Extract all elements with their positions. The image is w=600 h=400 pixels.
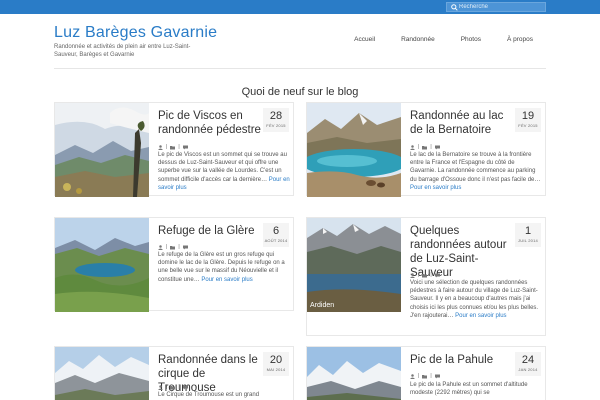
meta-separator: | xyxy=(166,244,168,250)
post-excerpt: Le refuge de la Glère est un gros refuge… xyxy=(158,251,290,284)
post-date-badge: 24 JAN 2014 xyxy=(515,352,541,376)
post-date-day: 1 xyxy=(524,225,532,237)
post-excerpt-text: Le pic de la Pahule est un sommet d'alti… xyxy=(410,382,528,397)
comment-icon[interactable] xyxy=(182,385,188,390)
folder-icon[interactable] xyxy=(170,145,176,150)
post-date-badge: 6 AOÛT 2014 xyxy=(263,223,289,247)
post-meta: | | xyxy=(410,144,440,150)
nav-item-a-propos[interactable]: À propos xyxy=(494,36,546,43)
meta-separator: | xyxy=(418,373,420,379)
site-title[interactable]: Luz Barèges Gavarnie xyxy=(54,24,217,42)
post-date-month: AOÛT 2014 xyxy=(264,238,288,243)
top-bar xyxy=(0,0,600,14)
post-thumbnail[interactable] xyxy=(55,103,149,197)
blog-section-title: Quoi de neuf sur le blog xyxy=(241,86,359,98)
meta-separator: | xyxy=(418,272,420,278)
comment-icon[interactable] xyxy=(434,273,440,278)
post-title[interactable]: Pic de Viscos en randonnée pédestre xyxy=(158,109,262,137)
post-card: Refuge de la Glère 6 AOÛT 2014 | | Le re… xyxy=(54,217,294,312)
site-tagline: Randonnée et activités de plein air entr… xyxy=(54,44,191,58)
post-title[interactable]: Refuge de la Glère xyxy=(158,224,262,238)
image-caption: Ardiden xyxy=(310,302,335,309)
user-icon[interactable] xyxy=(410,272,415,278)
folder-icon[interactable] xyxy=(422,273,428,278)
post-thumbnail[interactable]: Ardiden xyxy=(307,218,401,312)
post-date-month: FÉV 2015 xyxy=(266,123,286,128)
user-icon[interactable] xyxy=(410,144,415,150)
meta-separator: | xyxy=(178,144,180,150)
meta-separator: | xyxy=(178,384,180,390)
main-nav: Accueil Randonnée Photos À propos xyxy=(341,36,546,43)
post-date-badge: 20 MAI 2014 xyxy=(263,352,289,376)
user-icon[interactable] xyxy=(158,384,163,390)
post-date-day: 6 xyxy=(272,225,280,237)
post-date-day: 20 xyxy=(269,354,283,366)
post-date-badge: 28 FÉV 2015 xyxy=(263,108,289,132)
post-meta: | | xyxy=(410,373,440,379)
read-more-link[interactable]: Pour en savoir plus xyxy=(455,313,506,319)
post-card: Ardiden Quelques randonnées autour de Lu… xyxy=(306,217,546,336)
nav-item-photos[interactable]: Photos xyxy=(448,36,494,43)
folder-icon[interactable] xyxy=(170,245,176,250)
post-thumbnail[interactable] xyxy=(307,103,401,197)
post-excerpt: Le Cirque de Troumouse est un grand xyxy=(158,391,290,399)
folder-icon[interactable] xyxy=(170,385,176,390)
post-title[interactable]: Pic de la Pahule xyxy=(410,353,514,367)
post-excerpt-text: Le Cirque de Troumouse est un grand xyxy=(158,392,260,398)
folder-icon[interactable] xyxy=(422,374,428,379)
post-meta: | | xyxy=(410,272,440,278)
post-thumbnail[interactable] xyxy=(55,218,149,312)
post-date-day: 28 xyxy=(269,110,283,122)
meta-separator: | xyxy=(430,272,432,278)
comment-icon[interactable] xyxy=(182,245,188,250)
comment-icon[interactable] xyxy=(434,374,440,379)
nav-item-accueil[interactable]: Accueil xyxy=(341,36,388,43)
meta-separator: | xyxy=(178,244,180,250)
read-more-link[interactable]: Pour en savoir plus xyxy=(201,277,252,283)
comment-icon[interactable] xyxy=(434,145,440,150)
post-meta: | | xyxy=(158,384,188,390)
post-excerpt: Le pic de la Pahule est un sommet d'alti… xyxy=(410,381,542,397)
user-icon[interactable] xyxy=(158,144,163,150)
post-meta: | | xyxy=(158,244,188,250)
post-date-day: 19 xyxy=(521,110,535,122)
post-thumbnail[interactable] xyxy=(55,347,149,400)
meta-separator: | xyxy=(430,144,432,150)
search-input[interactable] xyxy=(459,2,543,12)
post-date-month: FÉV 2015 xyxy=(518,123,538,128)
post-meta: | | xyxy=(158,144,188,150)
post-date-month: JAN 2014 xyxy=(518,367,538,372)
post-excerpt-text: Le lac de la Bernatoire se trouve à la f… xyxy=(410,152,541,183)
search-icon[interactable] xyxy=(449,2,459,12)
nav-item-randonnee[interactable]: Randonnée xyxy=(388,36,448,43)
search-box[interactable] xyxy=(446,2,546,12)
header-divider xyxy=(54,68,546,69)
meta-separator: | xyxy=(166,384,168,390)
post-title[interactable]: Randonnée au lac de la Bernatoire xyxy=(410,109,514,137)
post-date-month: MAI 2014 xyxy=(266,367,286,372)
post-date-day: 24 xyxy=(521,354,535,366)
post-excerpt-text: Le pic de Viscos est un sommet qui se tr… xyxy=(158,152,287,183)
post-date-badge: 19 FÉV 2015 xyxy=(515,108,541,132)
post-date-month: JUIL 2014 xyxy=(518,238,538,243)
post-excerpt: Le lac de la Bernatoire se trouve à la f… xyxy=(410,151,542,192)
post-excerpt: Voici une sélection de quelques randonné… xyxy=(410,279,542,320)
meta-separator: | xyxy=(418,144,420,150)
meta-separator: | xyxy=(430,373,432,379)
post-date-badge: 1 JUIL 2014 xyxy=(515,223,541,247)
post-thumbnail[interactable] xyxy=(307,347,401,400)
post-card: Pic de Viscos en randonnée pédestre 28 F… xyxy=(54,102,294,197)
post-card: Randonnée au lac de la Bernatoire 19 FÉV… xyxy=(306,102,546,197)
user-icon[interactable] xyxy=(158,244,163,250)
folder-icon[interactable] xyxy=(422,145,428,150)
post-card: Randonnée dans le cirque de Troumouse 20… xyxy=(54,346,294,400)
user-icon[interactable] xyxy=(410,373,415,379)
comment-icon[interactable] xyxy=(182,145,188,150)
meta-separator: | xyxy=(166,144,168,150)
post-card: Pic de la Pahule 24 JAN 2014 | | Le pic … xyxy=(306,346,546,400)
read-more-link[interactable]: Pour en savoir plus xyxy=(410,185,461,191)
post-excerpt: Le pic de Viscos est un sommet qui se tr… xyxy=(158,151,290,192)
